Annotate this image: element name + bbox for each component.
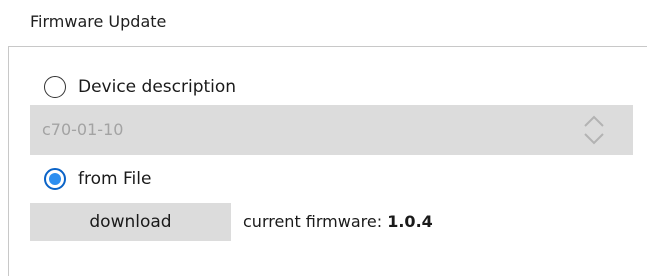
- current-firmware-version: 1.0.4: [387, 212, 433, 231]
- from-file-option[interactable]: from File: [44, 166, 151, 192]
- chevron-up-down-icon: [584, 115, 604, 145]
- from-file-radio[interactable]: [44, 168, 66, 190]
- current-firmware-info: current firmware: 1.0.4: [243, 210, 433, 234]
- section-title: Firmware Update: [30, 12, 167, 31]
- device-select-value: c70-01-10: [42, 120, 124, 139]
- device-description-radio[interactable]: [44, 76, 66, 98]
- from-file-label: from File: [78, 169, 152, 189]
- device-description-label: Device description: [78, 77, 237, 97]
- device-select[interactable]: c70-01-10: [30, 105, 633, 155]
- current-firmware-label: current firmware:: [243, 212, 383, 231]
- device-description-option[interactable]: Device description: [44, 74, 236, 100]
- download-button[interactable]: download: [30, 203, 231, 241]
